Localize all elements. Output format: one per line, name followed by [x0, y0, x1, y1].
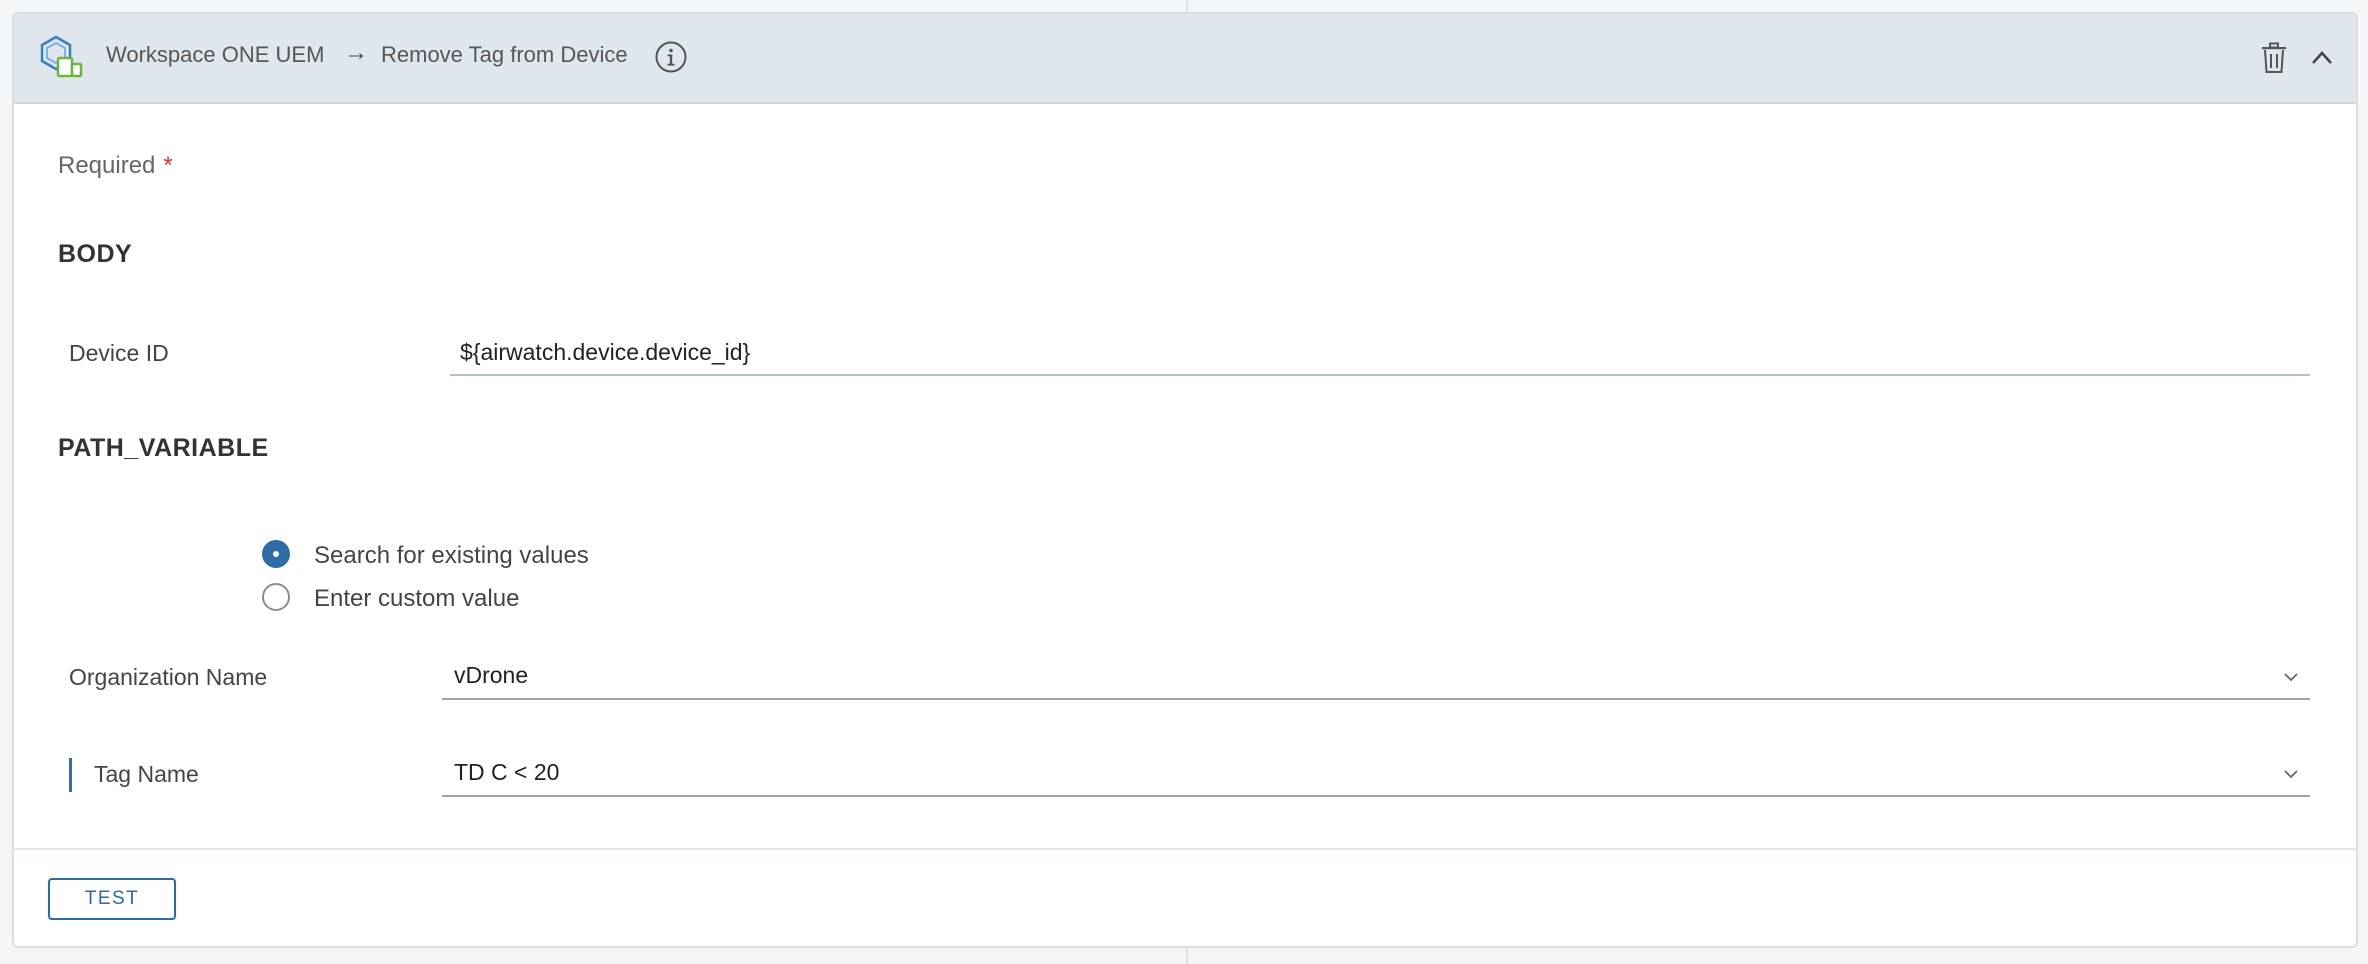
organization-name-select[interactable]: vDrone — [442, 654, 2310, 700]
chevron-down-icon[interactable] — [2282, 668, 2300, 686]
required-marker: * — [163, 152, 173, 179]
info-icon[interactable] — [654, 40, 688, 74]
section-path-variable-title: PATH_VARIABLE — [58, 434, 269, 462]
section-body-title: BODY — [58, 240, 133, 268]
tag-name-indicator — [69, 758, 72, 792]
action-card: Workspace ONE UEM → Remove Tag from Devi… — [12, 12, 2358, 948]
radio-custom-value-label: Enter custom value — [314, 585, 520, 612]
test-button[interactable]: TEST — [48, 878, 176, 920]
breadcrumb-arrow-icon: → — [344, 39, 368, 66]
breadcrumb-source: Workspace ONE UEM — [106, 42, 325, 67]
chevron-up-icon[interactable] — [2308, 44, 2336, 72]
tag-name-value: TD C < 20 — [454, 759, 560, 785]
trash-icon[interactable] — [2259, 42, 2289, 74]
breadcrumb-action: Remove Tag from Device — [381, 42, 628, 67]
radio-search-existing-label: Search for existing values — [314, 542, 589, 569]
tag-name-label: Tag Name — [94, 761, 199, 787]
footer-divider — [14, 848, 2356, 850]
required-label: Required — [58, 152, 156, 179]
tag-name-select[interactable]: TD C < 20 — [442, 751, 2310, 797]
card-header: Workspace ONE UEM → Remove Tag from Devi… — [14, 14, 2356, 104]
chevron-down-icon[interactable] — [2282, 765, 2300, 783]
workspace-one-logo-icon — [40, 35, 83, 78]
organization-name-label: Organization Name — [69, 664, 268, 690]
required-heading: Required * — [58, 152, 173, 180]
radio-unchecked-icon[interactable] — [262, 583, 290, 611]
device-id-label: Device ID — [69, 340, 169, 366]
device-id-input[interactable] — [450, 330, 2310, 376]
organization-name-value: vDrone — [454, 662, 529, 688]
radio-checked-icon[interactable] — [262, 540, 290, 568]
